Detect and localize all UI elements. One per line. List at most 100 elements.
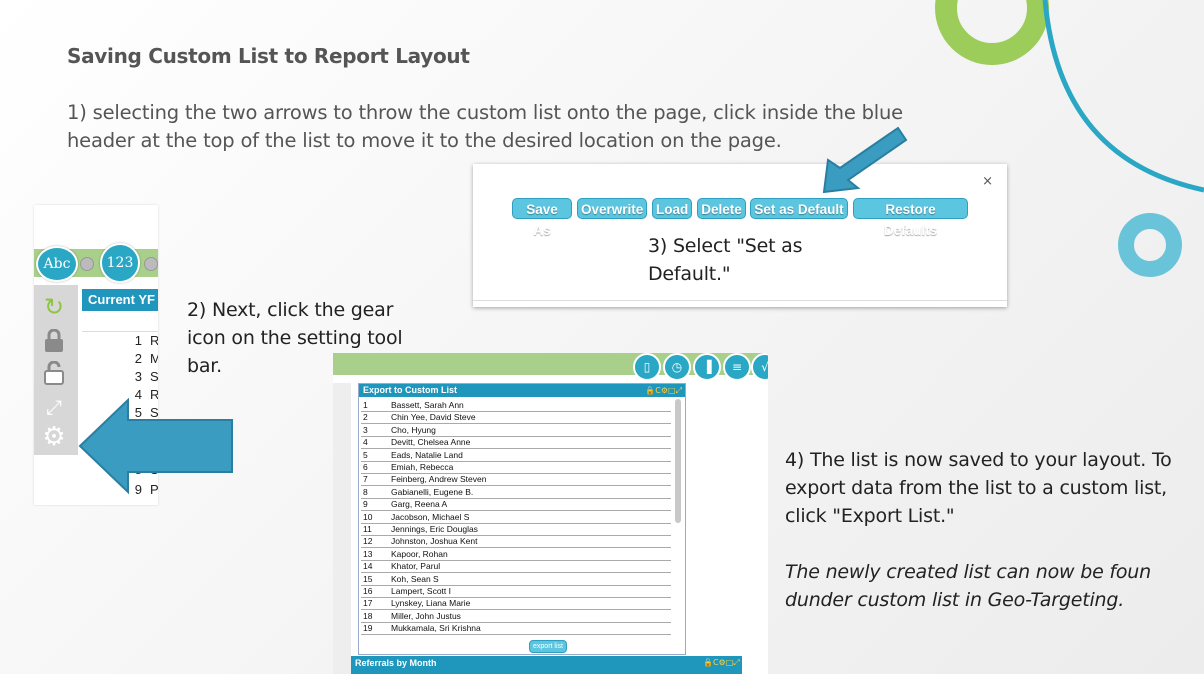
panel-header-icons[interactable]: 🔒C⚙□⤢ xyxy=(645,384,682,397)
bar-chart-icon[interactable]: ▐ xyxy=(693,353,721,381)
row-name: Lynskey, Liana Marie xyxy=(391,598,471,609)
export-list-panel: Export to Custom List 🔒C⚙□⤢ 1 Bassett, Sa… xyxy=(358,383,686,655)
mobile-icon[interactable]: ▯ xyxy=(633,353,661,381)
row-number: 17 xyxy=(363,598,373,609)
unlock-icon[interactable] xyxy=(40,360,68,389)
step-3-text: 3) Select "Set as Default." xyxy=(648,235,803,285)
row-name: Miller, John Justus xyxy=(391,610,461,621)
delete-button[interactable]: Delete xyxy=(697,198,746,219)
grid-line xyxy=(82,331,158,332)
row-number: 1 xyxy=(134,333,142,348)
refresh-icon[interactable]: ↻ xyxy=(40,293,68,321)
row-number: 6 xyxy=(363,462,368,472)
row-name: Mukkamala, Sri Krishna xyxy=(391,623,481,634)
row-name: Eads, Natalie Land xyxy=(391,449,463,460)
number-button[interactable]: 123 xyxy=(100,243,140,283)
row-number: 14 xyxy=(363,561,373,572)
abc-button[interactable]: Abc xyxy=(36,246,78,282)
list-item: 8 Gabianelli, Eugene B. xyxy=(361,486,671,499)
list-item: 14 Khator, Parul xyxy=(361,560,671,574)
step-4-text: 4) The list is now saved to your layout.… xyxy=(785,449,1172,527)
row-name: Emiah, Rebecca xyxy=(391,462,454,472)
row-number: 5 xyxy=(363,449,368,460)
toolbar-dot xyxy=(80,257,94,271)
row-name: Jacobson, Michael S xyxy=(391,511,470,522)
row-number: 8 xyxy=(363,486,368,497)
row-name: Jennings, Eric Douglas xyxy=(391,524,478,534)
clock-icon[interactable]: ◷ xyxy=(663,353,691,381)
row-number: 19 xyxy=(363,623,373,634)
list-item: 19 Mukkamala, Sri Krishna xyxy=(361,622,671,636)
row-number: 18 xyxy=(363,610,373,621)
restore-defaults-button[interactable]: Restore Defaults xyxy=(853,198,968,238)
export-list-button[interactable]: export list xyxy=(529,640,567,653)
referrals-panel-header[interactable]: Referrals by Month xyxy=(351,656,742,674)
row-name: Lampert, Scott I xyxy=(391,586,451,596)
list-item: 11 Jennings, Eric Douglas xyxy=(361,523,671,536)
row-number: 4 xyxy=(363,437,368,448)
row-text: S xyxy=(150,369,158,384)
left-arrow-icon xyxy=(78,397,233,495)
list-item: 15 Koh, Sean S xyxy=(361,573,671,586)
row-name: Koh, Sean S xyxy=(391,573,439,584)
overwrite-button[interactable]: Overwrite xyxy=(577,198,647,219)
row-number: 1 xyxy=(363,400,368,410)
row-name: Garg, Reena A xyxy=(391,499,448,510)
pointer-arrow-icon xyxy=(822,126,908,194)
list-item: 10 Jacobson, Michael S xyxy=(361,511,671,524)
load-button[interactable]: Load xyxy=(652,198,692,219)
referrals-header-icons[interactable]: 🔒C⚙□⤢ xyxy=(703,658,740,668)
row-number: 16 xyxy=(363,586,373,596)
row-number: 2 xyxy=(363,412,368,423)
row-name: Kapoor, Rohan xyxy=(391,548,448,559)
row-name: Feinberg, Andrew Steven xyxy=(391,474,487,485)
custom-list-screenshot: ▯ ◷ ▐ ≡ √ Export to Custom List 🔒C⚙□⤢ 1 B… xyxy=(333,353,768,674)
row-number: 11 xyxy=(363,524,372,534)
list-item: 3 Cho, Hyung xyxy=(361,424,671,437)
row-text: M xyxy=(150,351,158,366)
row-name: Johnston, Joshua Kent xyxy=(391,536,478,547)
settings-sidebar: ↻ ⤢ ⚙ xyxy=(34,285,78,455)
row-number: 9 xyxy=(363,499,368,510)
dialog-footer xyxy=(473,300,1007,307)
row-number: 10 xyxy=(363,511,373,522)
row-name: Chin Yee, David Steve xyxy=(391,412,476,423)
row-name: Cho, Hyung xyxy=(391,424,436,435)
grid-header: Current YF xyxy=(82,289,158,311)
list-icon[interactable]: ≡ xyxy=(723,353,751,381)
save-as-button[interactable]: Save As xyxy=(512,198,572,238)
set-as-default-button[interactable]: Set as Default xyxy=(750,198,848,219)
row-name: Devitt, Chelsea Anne xyxy=(391,437,471,448)
row-text: R xyxy=(150,333,158,348)
list-item: 18 Miller, John Justus xyxy=(361,610,671,623)
close-icon[interactable]: × xyxy=(982,174,993,189)
list-item: 12 Johnston, Joshua Kent xyxy=(361,535,671,549)
row-number: 13 xyxy=(363,548,373,559)
list-scrollbar[interactable] xyxy=(675,399,681,523)
toolbar-dot xyxy=(144,257,158,271)
list-item: 5 Eads, Natalie Land xyxy=(361,449,671,462)
list-item: 7 Feinberg, Andrew Steven xyxy=(361,473,671,487)
list-item: 4 Devitt, Chelsea Anne xyxy=(361,436,671,450)
note-text: The newly created list can now be foun d… xyxy=(785,561,1151,611)
row-number: 3 xyxy=(134,369,142,384)
sqrt-icon[interactable]: √ xyxy=(751,353,768,381)
row-name: Bassett, Sarah Ann xyxy=(391,400,464,410)
left-pane xyxy=(333,383,351,674)
list-item: 9 Garg, Reena A xyxy=(361,498,671,512)
slide-title: Saving Custom List to Report Layout xyxy=(67,44,470,68)
gear-icon[interactable]: ⚙ xyxy=(40,423,68,451)
list-item: 13 Kapoor, Rohan xyxy=(361,548,671,561)
step-1-text: 1) selecting the two arrows to throw the… xyxy=(67,101,903,152)
list-item: 17 Lynskey, Liana Marie xyxy=(361,597,671,611)
expand-icon[interactable]: ⤢ xyxy=(40,393,68,421)
list-item: 2 Chin Yee, David Steve xyxy=(361,411,671,425)
row-number: 15 xyxy=(363,573,373,584)
lock-icon[interactable] xyxy=(40,328,68,357)
row-number: 3 xyxy=(363,424,368,435)
row-number: 7 xyxy=(363,474,368,485)
row-number: 12 xyxy=(363,536,373,547)
panel-header[interactable]: Export to Custom List xyxy=(359,384,685,397)
row-number: 2 xyxy=(134,351,142,366)
list-item: 6 Emiah, Rebecca xyxy=(361,461,671,474)
